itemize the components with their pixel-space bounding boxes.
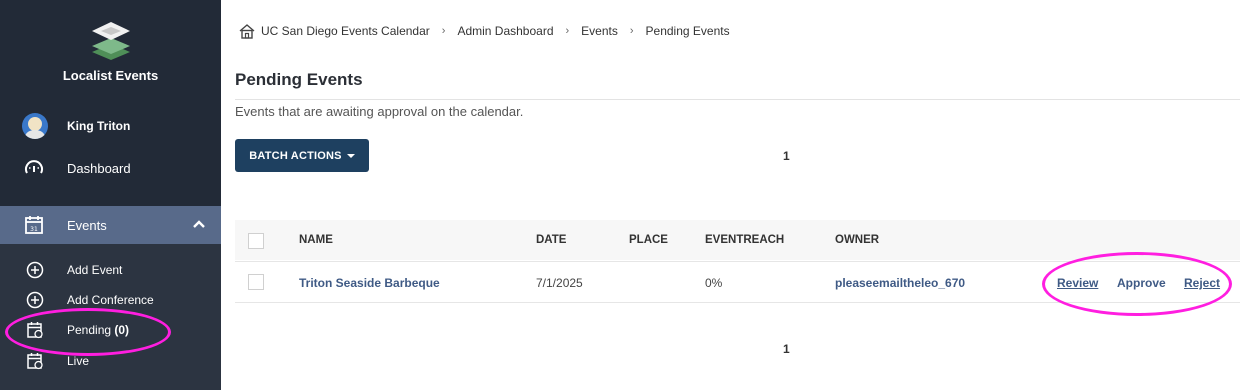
avatar — [22, 113, 48, 139]
event-owner-link[interactable]: pleaseemailtheleo_670 — [835, 276, 965, 290]
sidebar-item-events[interactable]: 31 Events — [0, 206, 221, 244]
main-content: UC San Diego Events Calendar › Admin Das… — [221, 0, 1240, 390]
column-header-date[interactable]: DATE — [536, 234, 566, 246]
breadcrumb-link-events[interactable]: Events — [581, 24, 618, 38]
column-header-eventreach[interactable]: EVENTREACH — [705, 234, 784, 246]
pagination-top[interactable]: 1 — [783, 149, 790, 163]
home-icon[interactable] — [239, 23, 255, 39]
breadcrumb: UC San Diego Events Calendar › Admin Das… — [239, 22, 730, 40]
sidebar-item-label: Add Conference — [67, 293, 154, 307]
breadcrumb-separator: › — [629, 25, 634, 37]
select-all-checkbox[interactable] — [248, 233, 264, 249]
page-title: Pending Events — [235, 70, 363, 89]
breadcrumb-current: Pending Events — [645, 24, 730, 38]
sidebar-item-label: Add Event — [67, 263, 123, 277]
breadcrumb-separator: › — [441, 25, 446, 37]
row-checkbox[interactable] — [248, 274, 264, 290]
breadcrumb-link-calendar[interactable]: UC San Diego Events Calendar — [261, 24, 430, 38]
svg-text:31: 31 — [30, 226, 38, 233]
user-name: King Triton — [67, 119, 131, 133]
plus-circle-icon — [26, 291, 44, 309]
chevron-up-icon[interactable] — [192, 217, 206, 235]
batch-actions-label: BATCH ACTIONS — [249, 149, 342, 162]
sidebar-item-add-event[interactable]: Add Event — [0, 258, 221, 282]
user-profile[interactable]: King Triton — [22, 112, 130, 140]
breadcrumb-link-admin-dashboard[interactable]: Admin Dashboard — [457, 24, 553, 38]
annotation-circle-pending — [5, 308, 171, 356]
sidebar-item-label: Live — [67, 354, 90, 368]
sidebar-item-label: Dashboard — [67, 160, 131, 176]
plus-circle-icon — [26, 261, 44, 279]
sidebar-item-label: Events — [67, 218, 107, 233]
annotation-circle-actions — [1042, 252, 1232, 316]
breadcrumb-separator: › — [565, 25, 570, 37]
sidebar-item-dashboard[interactable]: Dashboard — [0, 153, 221, 183]
column-header-place[interactable]: PLACE — [629, 234, 668, 246]
page-description: Events that are awaiting approval on the… — [235, 104, 524, 119]
table-header: NAME DATE PLACE EVENTREACH OWNER — [235, 220, 1240, 260]
brand-name: Localist Events — [62, 68, 159, 83]
event-eventreach: 0% — [705, 276, 723, 290]
calendar-clock-icon — [26, 352, 44, 370]
dashboard-gauge-icon — [24, 158, 44, 178]
caret-down-icon — [346, 153, 355, 158]
event-name-link[interactable]: Triton Seaside Barbeque — [299, 276, 440, 290]
logo-icon — [90, 22, 132, 60]
calendar-icon: 31 — [24, 215, 44, 240]
column-header-owner[interactable]: OWNER — [835, 234, 879, 246]
batch-actions-button[interactable]: BATCH ACTIONS — [235, 139, 369, 172]
pagination-bottom[interactable]: 1 — [783, 342, 790, 356]
event-date: 7/1/2025 — [536, 276, 583, 290]
column-header-name[interactable]: NAME — [299, 234, 333, 246]
divider — [235, 99, 1240, 100]
